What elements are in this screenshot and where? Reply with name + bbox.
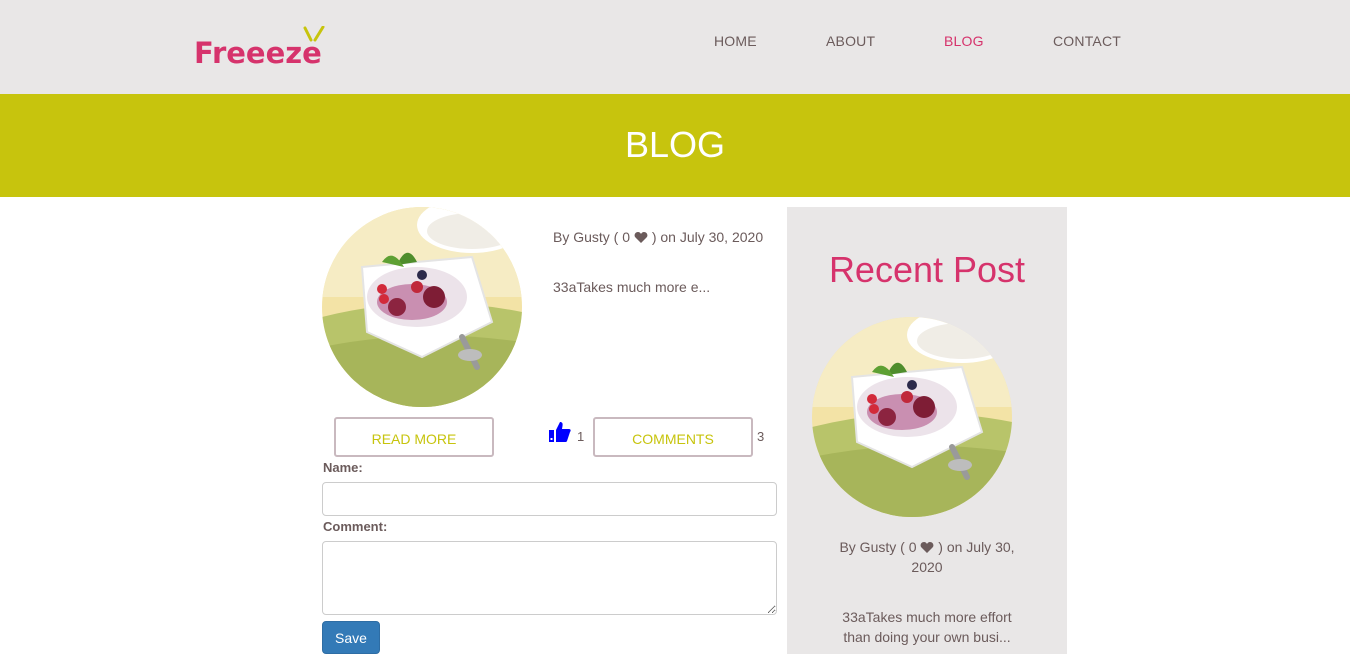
sidebar-title: Recent Post (828, 249, 1026, 290)
thumbs-up-icon[interactable] (548, 420, 572, 444)
recent-post-sidebar: Recent Post By Gusty ( 0) on July 30, 2… (787, 207, 1067, 654)
site-header: Freeeze HOME ABOUT BLOG CONTACT (0, 0, 1350, 94)
dessert-bowl-image (322, 207, 522, 407)
nav-about[interactable]: ABOUT (826, 33, 875, 49)
nav-contact[interactable]: CONTACT (1053, 33, 1121, 49)
heart-icon[interactable] (920, 541, 934, 554)
post-excerpt: 33aTakes much more e... (553, 279, 711, 295)
site-logo[interactable]: Freeeze (194, 26, 334, 72)
sidebar-meta-prefix: By Gusty ( 0 (839, 539, 917, 555)
nav-home[interactable]: HOME (714, 33, 757, 49)
post-image[interactable] (322, 207, 522, 407)
dessert-bowl-image (812, 317, 1012, 517)
read-more-button[interactable]: READ MORE (334, 417, 494, 457)
page-title: BLOG (624, 124, 726, 165)
like-count: 1 (577, 429, 585, 444)
sidebar-post-excerpt: 33aTakes much more effort than doing you… (842, 609, 1012, 645)
save-button[interactable]: Save (322, 621, 380, 654)
comment-textarea[interactable] (322, 541, 777, 615)
recent-post-image[interactable] (812, 317, 1012, 517)
heart-icon[interactable] (634, 231, 648, 244)
name-label: Name: (323, 460, 363, 475)
name-input[interactable] (322, 482, 777, 516)
post-meta: By Gusty ( 0 ) on July 30, 2020 (553, 229, 763, 245)
sprout-icon (303, 26, 325, 42)
sidebar-post-meta: By Gusty ( 0 ) on July 30, 2020 (827, 537, 1027, 577)
comments-button[interactable]: COMMENTS (593, 417, 753, 457)
comment-count: 3 (757, 429, 765, 444)
comment-label: Comment: (323, 519, 388, 534)
page-banner: BLOG (0, 94, 1350, 197)
nav-blog[interactable]: BLOG (944, 33, 984, 49)
post-meta-suffix: ) on July 30, 2020 (651, 229, 764, 245)
post-meta-prefix: By Gusty ( 0 (553, 229, 631, 245)
